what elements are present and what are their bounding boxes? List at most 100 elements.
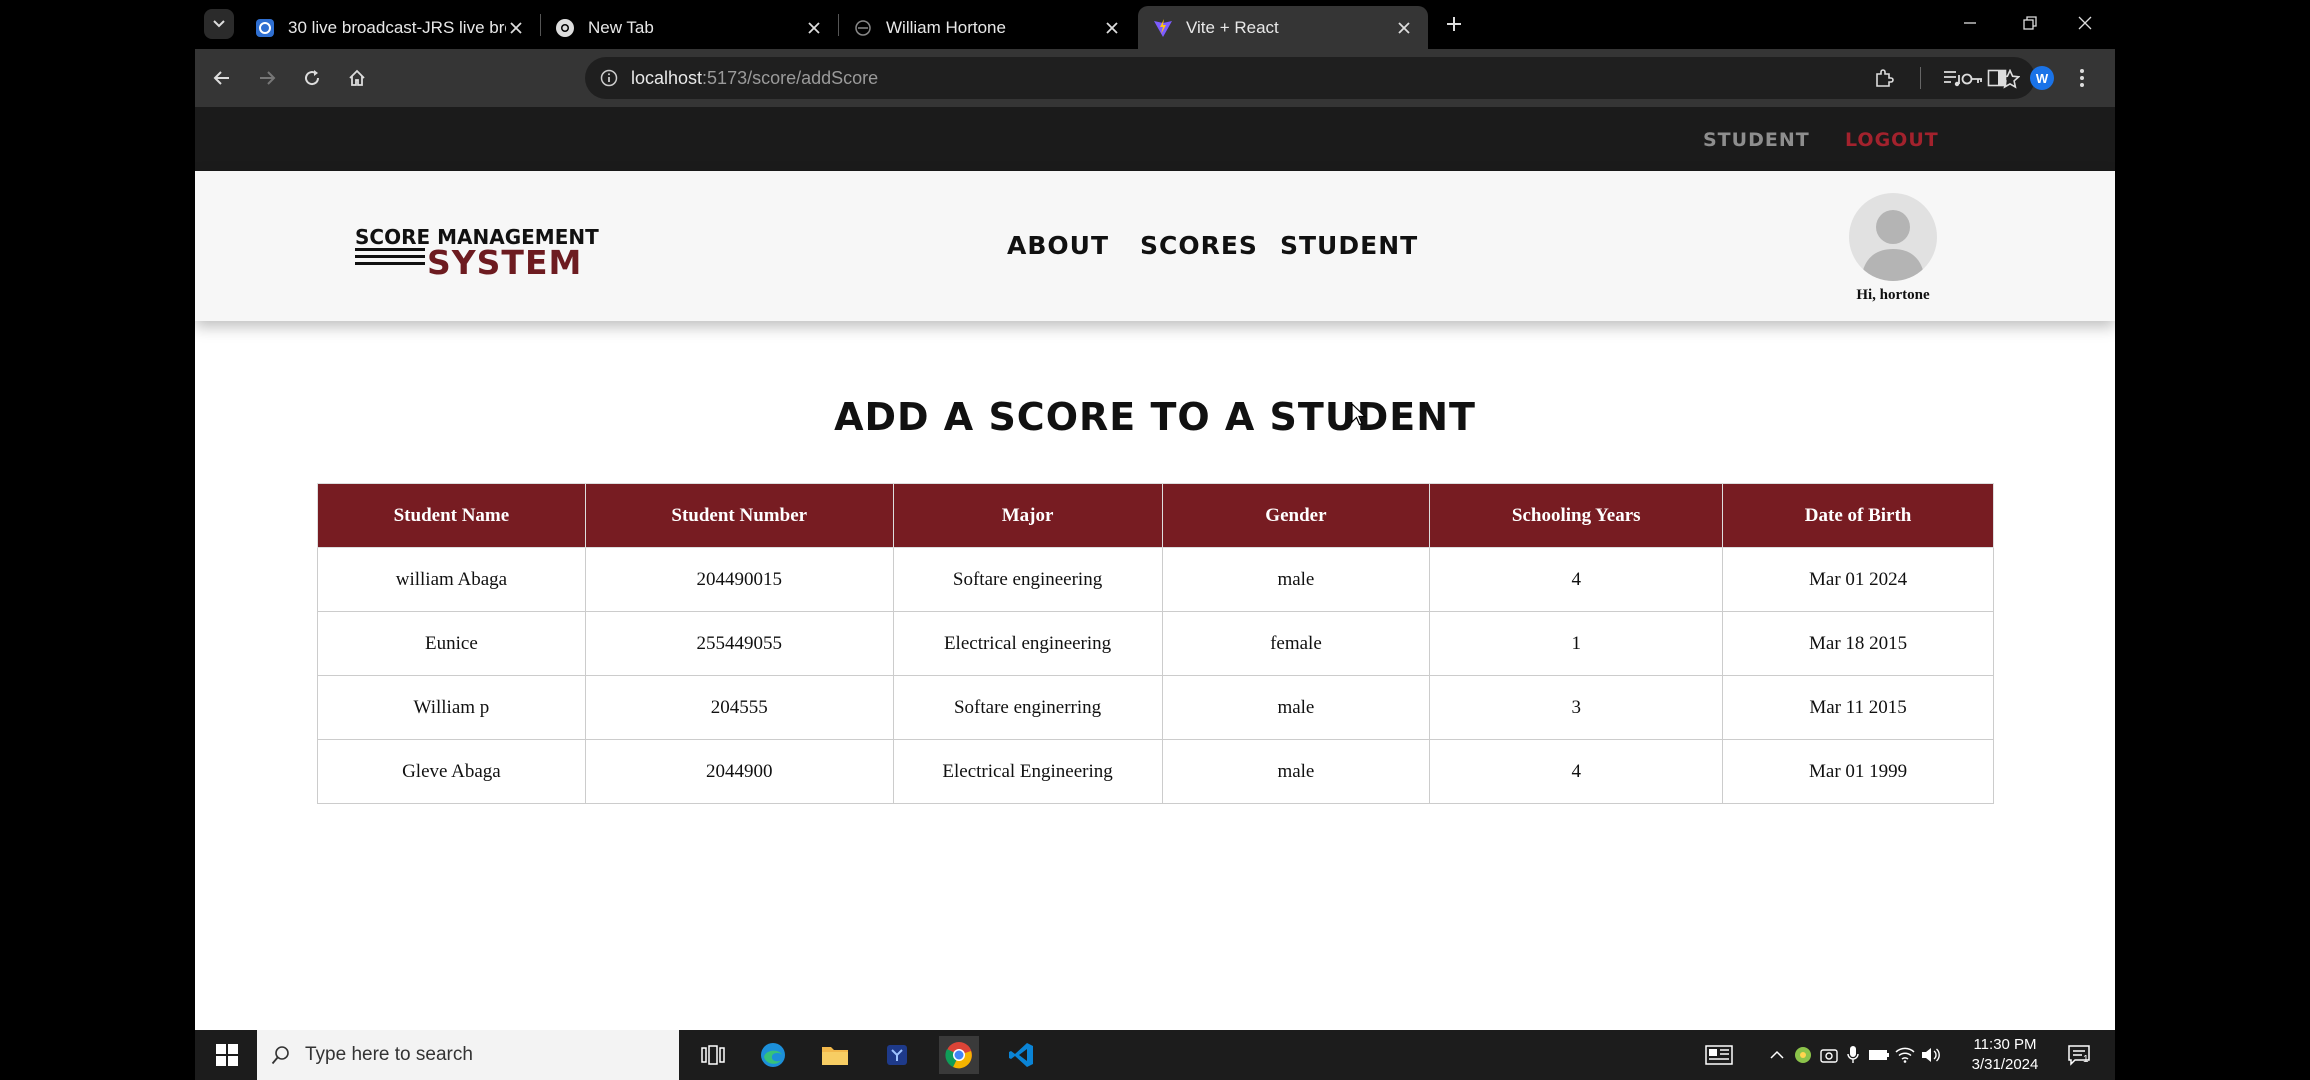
tab-vite-react[interactable]: Vite + React <box>1138 6 1428 49</box>
column-header-student-number: Student Number <box>584 483 894 548</box>
cell-date-of-birth: Mar 01 2024 <box>1722 547 1994 612</box>
cell-student-number: 204555 <box>584 675 894 740</box>
taskbar-file-explorer[interactable] <box>815 1036 855 1074</box>
site-header: SCORE MANAGEMENT SYSTEM ABOUT SCORES STU… <box>195 171 2115 321</box>
table-row[interactable]: William p 204555 Softare enginerring mal… <box>317 675 1994 740</box>
windows-taskbar: Type here to search 11:30 PM 3/31/2024 1 <box>195 1030 2115 1080</box>
close-icon[interactable] <box>804 18 824 38</box>
cell-student-number: 255449055 <box>584 611 894 676</box>
students-table: Student Name Student Number Major Gender… <box>317 483 1994 804</box>
new-tab-button[interactable] <box>1440 10 1468 38</box>
user-avatar[interactable] <box>1849 193 1937 281</box>
taskbar-app[interactable] <box>877 1036 917 1074</box>
vscode-icon <box>1009 1043 1033 1067</box>
user-silhouette-icon <box>1861 210 1925 281</box>
nav-scores[interactable]: SCORES <box>1140 231 1258 260</box>
cell-date-of-birth: Mar 11 2015 <box>1722 675 1994 740</box>
cell-date-of-birth: Mar 01 1999 <box>1722 739 1994 804</box>
browser-toolbar: localhost:5173/score/addScore W <box>195 49 2115 107</box>
profile-button[interactable]: W <box>2025 61 2059 95</box>
topbar-student-link[interactable]: STUDENT <box>1703 129 1810 151</box>
taskbar-edge[interactable] <box>753 1036 793 1074</box>
logo-line-2: SYSTEM <box>427 243 583 282</box>
side-panel-icon[interactable] <box>1980 61 2014 95</box>
microphone-icon[interactable] <box>1841 1043 1865 1067</box>
news-widget-icon[interactable] <box>1703 1043 1735 1067</box>
tab-title: New Tab <box>588 17 654 37</box>
cell-gender: female <box>1161 611 1431 676</box>
cell-major: Electrical engineering <box>892 611 1163 676</box>
column-header-gender: Gender <box>1161 483 1431 548</box>
chevron-up-icon[interactable] <box>1765 1043 1789 1067</box>
nav-student[interactable]: STUDENT <box>1280 231 1418 260</box>
extensions-icon[interactable] <box>1867 61 1901 95</box>
logo-stripe <box>355 255 425 258</box>
volume-icon[interactable] <box>1919 1043 1943 1067</box>
start-button[interactable] <box>213 1041 241 1069</box>
app-icon <box>887 1045 907 1065</box>
search-icon <box>271 1046 289 1065</box>
reload-button[interactable] <box>295 61 329 95</box>
site-info-icon[interactable] <box>599 68 619 88</box>
cell-student-name: William p <box>317 675 586 740</box>
tab-william-hortone[interactable]: William Hortone <box>838 6 1136 49</box>
url-text: localhost:5173/score/addScore <box>631 68 878 89</box>
table-row[interactable]: Eunice 255449055 Electrical engineering … <box>317 611 1994 676</box>
column-header-schooling-years: Schooling Years <box>1429 483 1724 548</box>
nav-about[interactable]: ABOUT <box>1007 231 1109 260</box>
restore-button[interactable] <box>2000 0 2060 46</box>
camera-icon[interactable] <box>1817 1043 1841 1067</box>
close-icon[interactable] <box>1394 18 1414 38</box>
windows-logo-icon <box>216 1044 238 1066</box>
tab-broadcast[interactable]: 30 live broadcast-JRS live broadc <box>240 6 540 49</box>
wifi-icon[interactable] <box>1893 1043 1917 1067</box>
taskbar-chrome[interactable] <box>939 1036 979 1074</box>
cell-schooling-years: 4 <box>1429 547 1724 612</box>
cell-gender: male <box>1161 675 1431 740</box>
page-viewport: STUDENT LOGOUT SCORE MANAGEMENT SYSTEM A… <box>195 107 2115 1030</box>
logo-stripe <box>355 262 425 265</box>
tab-search-button[interactable] <box>204 9 234 39</box>
cell-student-name: Gleve Abaga <box>317 739 586 804</box>
restore-icon <box>2023 16 2037 30</box>
app-logo[interactable]: SCORE MANAGEMENT SYSTEM <box>355 225 599 282</box>
taskbar-vscode[interactable] <box>1001 1036 1041 1074</box>
taskbar-search-box[interactable]: Type here to search <box>257 1030 679 1080</box>
home-button[interactable] <box>340 61 374 95</box>
more-vertical-icon <box>2080 69 2084 87</box>
top-bar: STUDENT LOGOUT <box>195 107 2115 171</box>
forward-button[interactable] <box>250 61 284 95</box>
notification-center-button[interactable]: 1 <box>2065 1042 2093 1068</box>
table-row[interactable]: william Abaga 204490015 Softare engineer… <box>317 547 1994 612</box>
table-header-row: Student Name Student Number Major Gender… <box>317 483 1994 548</box>
chrome-icon <box>945 1042 972 1069</box>
media-controls-icon[interactable] <box>1935 61 1969 95</box>
logo-stripe <box>355 248 425 251</box>
close-window-button[interactable] <box>2055 0 2115 46</box>
browser-menu-button[interactable] <box>2065 61 2099 95</box>
back-button[interactable] <box>205 61 239 95</box>
user-greeting: Hi, hortone <box>1856 287 1930 303</box>
logout-link[interactable]: LOGOUT <box>1845 129 1939 151</box>
arrow-left-icon <box>213 71 229 85</box>
globe-icon <box>852 17 874 39</box>
column-header-student-name: Student Name <box>317 483 586 548</box>
table-row[interactable]: Gleve Abaga 2044900 Electrical Engineeri… <box>317 739 1994 804</box>
close-icon[interactable] <box>1102 18 1122 38</box>
notification-count: 1 <box>2083 1054 2089 1065</box>
close-icon[interactable] <box>506 18 526 38</box>
chevron-down-icon <box>213 20 225 28</box>
task-view-button[interactable] <box>693 1036 733 1074</box>
battery-icon[interactable] <box>1867 1043 1891 1067</box>
taskbar-search-placeholder: Type here to search <box>305 1044 473 1065</box>
minimize-icon <box>1964 22 1976 24</box>
tray-app-icon[interactable] <box>1791 1043 1815 1067</box>
toolbar-divider <box>1920 67 1921 89</box>
clock-time: 11:30 PM <box>1973 1036 2037 1053</box>
taskbar-clock[interactable]: 11:30 PM 3/31/2024 <box>1965 1035 2045 1075</box>
close-icon <box>2078 16 2092 30</box>
address-bar[interactable]: localhost:5173/score/addScore <box>585 57 2035 99</box>
tab-new-tab[interactable]: New Tab <box>540 6 838 49</box>
mouse-cursor-icon <box>1351 403 1367 426</box>
minimize-button[interactable] <box>1940 0 2000 46</box>
